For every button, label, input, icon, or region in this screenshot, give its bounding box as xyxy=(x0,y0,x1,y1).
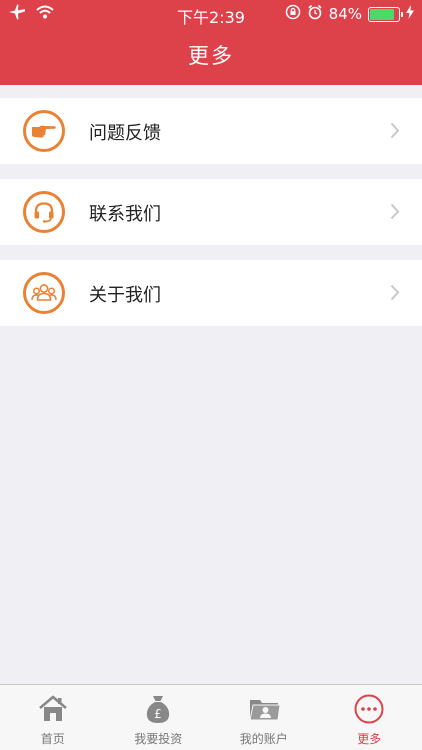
menu-item-contact-us[interactable]: 联系我们 xyxy=(0,179,422,245)
account-folder-icon xyxy=(248,693,281,725)
home-icon xyxy=(37,693,69,725)
battery-icon xyxy=(368,6,403,22)
battery-percent: 84% xyxy=(328,5,362,23)
rotation-lock-icon xyxy=(285,4,301,24)
status-bar: 下午2:39 84% xyxy=(0,0,422,28)
svg-text:£: £ xyxy=(154,707,162,721)
tab-label: 首页 xyxy=(40,732,65,746)
tab-label: 我的账户 xyxy=(239,732,288,746)
menu-label: 关于我们 xyxy=(89,285,161,306)
header-bar: 下午2:39 84% 更多 xyxy=(0,0,422,85)
tab-home[interactable]: 首页 xyxy=(0,685,106,750)
battery-level xyxy=(370,8,394,20)
chevron-right-icon xyxy=(390,203,400,224)
tab-label: 更多 xyxy=(357,732,382,746)
menu-label: 联系我们 xyxy=(89,204,161,225)
chevron-right-icon xyxy=(390,284,400,305)
charging-bolt-icon xyxy=(406,5,414,23)
tab-invest[interactable]: £ 我要投资 xyxy=(106,685,212,750)
pointing-hand-icon xyxy=(23,110,65,152)
more-dots-icon xyxy=(353,693,385,725)
menu-item-feedback[interactable]: 问题反馈 xyxy=(0,98,422,164)
money-bag-icon: £ xyxy=(142,693,174,725)
headset-icon xyxy=(23,191,65,233)
tab-label: 我要投资 xyxy=(134,732,183,746)
bottom-tab-bar: 首页 £ 我要投资 我的账户 更多 xyxy=(0,684,422,750)
tab-more[interactable]: 更多 xyxy=(317,685,422,750)
alarm-icon xyxy=(307,4,323,24)
menu-item-about-us[interactable]: 关于我们 xyxy=(0,260,422,326)
menu-label: 问题反馈 xyxy=(89,123,161,144)
page-title: 更多 xyxy=(188,44,234,68)
people-group-icon xyxy=(23,272,65,314)
tab-my-account[interactable]: 我的账户 xyxy=(211,685,317,750)
chevron-right-icon xyxy=(390,122,400,143)
